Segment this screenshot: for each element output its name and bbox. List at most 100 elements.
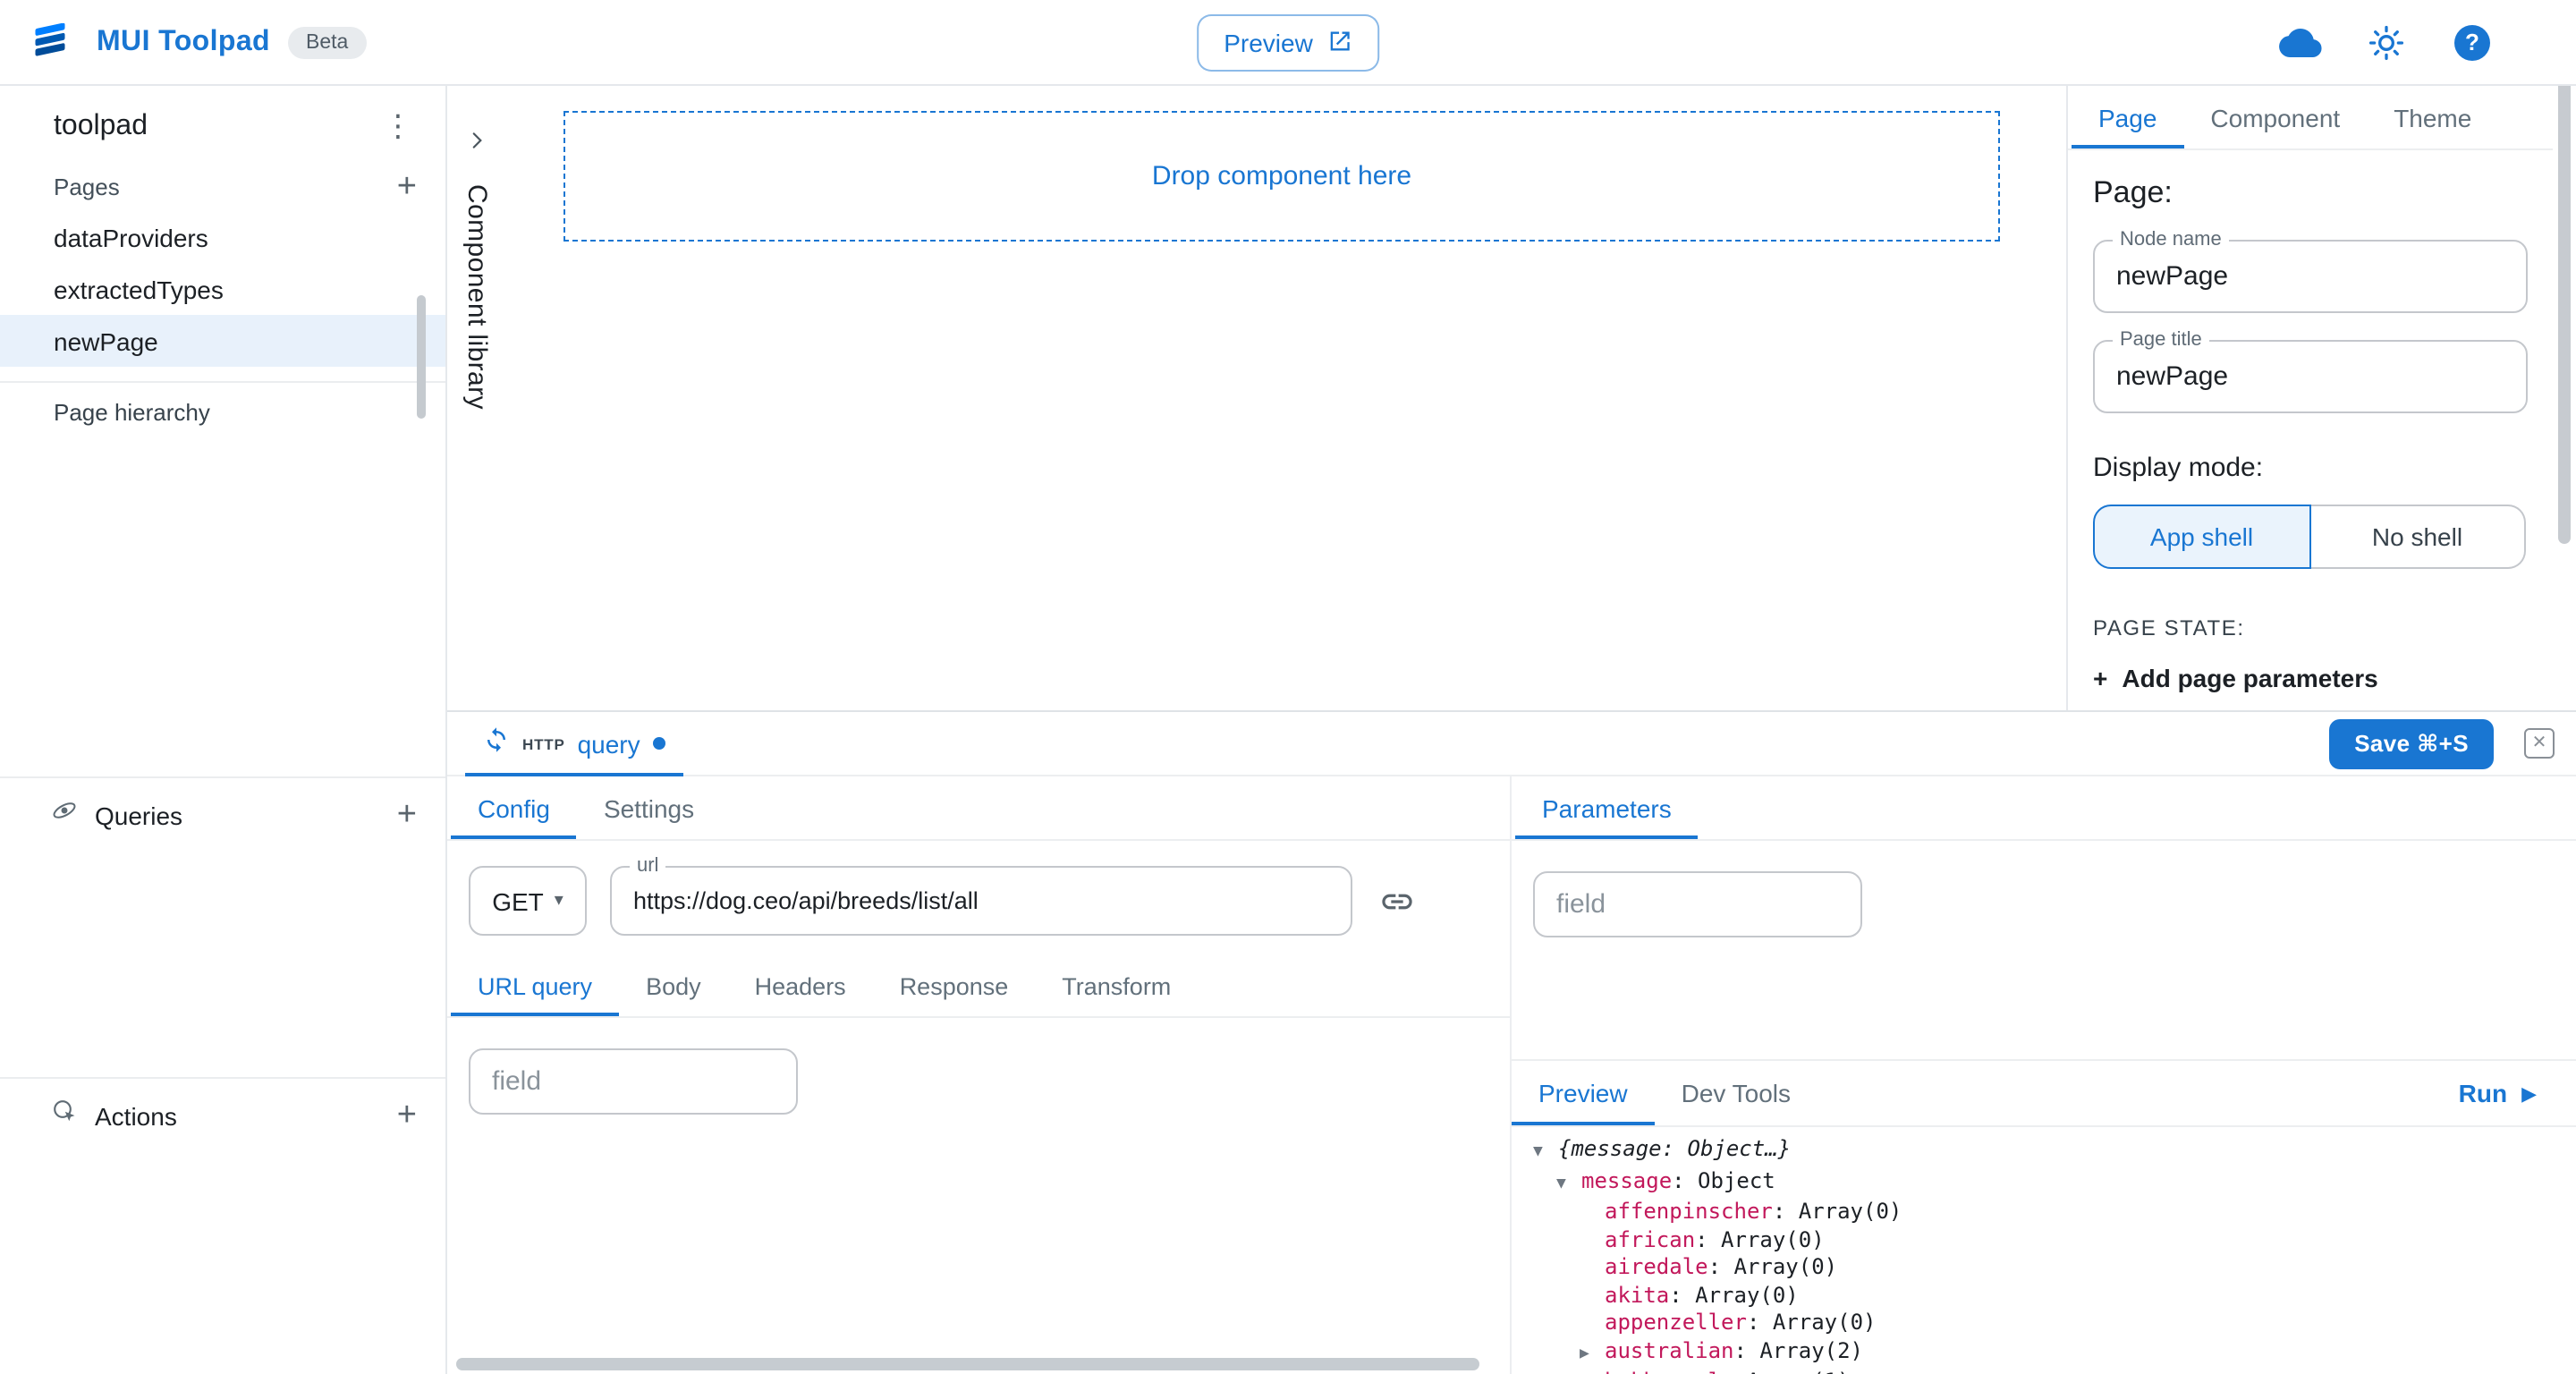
add-query-button[interactable]: +	[390, 798, 424, 832]
page-state-label: PAGE STATE:	[2093, 615, 2528, 640]
workspace-menu-kebab-icon[interactable]: ⋮	[376, 109, 420, 145]
json-row-affenpinscher: affenpinscher: Array(0)	[1533, 1199, 2576, 1226]
tab-config[interactable]: Config	[451, 776, 577, 839]
tab-parameters[interactable]: Parameters	[1515, 776, 1699, 839]
queries-icon	[50, 796, 79, 834]
json-row-akita: akita: Array(0)	[1533, 1282, 2576, 1310]
component-library-strip: Component library	[447, 86, 506, 710]
pages-list-scrollbar[interactable]	[417, 295, 426, 419]
query-tab-name: query	[578, 729, 640, 758]
top-app-bar: MUI Toolpad Beta Preview ?	[0, 0, 2576, 86]
http-sync-icon	[483, 725, 510, 761]
queries-section-label: Queries	[95, 801, 374, 829]
add-icon: +	[2093, 664, 2107, 692]
tab-response[interactable]: Response	[873, 957, 1036, 1016]
json-row-bakharwal[interactable]: ▶bakharwal: Array(1)	[1533, 1369, 2576, 1374]
display-mode-toggle-group: App shell No shell	[2093, 505, 2526, 569]
tab-page[interactable]: Page	[2072, 86, 2183, 148]
component-library-label: Component library	[462, 184, 492, 410]
page-hierarchy-label: Page hierarchy	[0, 383, 445, 442]
tab-transform[interactable]: Transform	[1035, 957, 1198, 1016]
preview-button[interactable]: Preview	[1197, 14, 1379, 72]
query-result-json-tree: ▼{message: Object…} ▼message: Object aff…	[1512, 1127, 2576, 1374]
save-button[interactable]: Save ⌘+S	[2329, 718, 2494, 768]
play-icon: ▶	[2521, 1081, 2537, 1105]
node-name-input[interactable]	[2095, 242, 2526, 311]
actions-section: Actions +	[0, 1077, 445, 1152]
cloud-status-icon[interactable]	[2279, 21, 2322, 64]
pages-section-label: Pages	[54, 174, 120, 200]
node-name-label: Node name	[2113, 229, 2229, 250]
close-query-panel-icon[interactable]: ✕	[2524, 728, 2555, 759]
url-query-field	[469, 1048, 798, 1115]
toggle-no-shell[interactable]: No shell	[2310, 505, 2526, 569]
tab-theme[interactable]: Theme	[2367, 86, 2498, 148]
sidebar-item-extractedtypes[interactable]: extractedTypes	[0, 263, 445, 315]
request-tabs: URL query Body Headers Response Transfor…	[447, 957, 1510, 1018]
expand-arrow-icon[interactable]: ▼	[1556, 1171, 1581, 1199]
parameters-field-input[interactable]	[1535, 873, 1860, 936]
page-title-label: Page title	[2113, 329, 2209, 351]
query-editor-panel: HTTP query Save ⌘+S ✕ Config Settings GE…	[447, 710, 2576, 1374]
display-mode-label: Display mode:	[2093, 453, 2528, 483]
parameters-field	[1533, 871, 1862, 937]
parameters-tabs: Parameters	[1512, 776, 2576, 841]
json-row-african: african: Array(0)	[1533, 1226, 2576, 1254]
mui-toolpad-logo-icon	[29, 21, 72, 64]
add-page-parameters-button[interactable]: + Add page parameters	[2093, 664, 2528, 692]
theme-toggle-sun-icon[interactable]	[2365, 21, 2408, 64]
inspector-scrollbar[interactable]	[2558, 70, 2571, 544]
sidebar-item-dataproviders[interactable]: dataProviders	[0, 211, 445, 263]
page-title-field: Page title	[2093, 340, 2528, 413]
sidebar-item-newpage[interactable]: newPage	[0, 315, 445, 367]
add-page-parameters-label: Add page parameters	[2122, 664, 2377, 692]
beta-badge: Beta	[288, 26, 366, 58]
json-row-australian[interactable]: ▶australian: Array(2)	[1533, 1337, 2576, 1369]
json-row-appenzeller: appenzeller: Array(0)	[1533, 1310, 2576, 1337]
query-editor-header: HTTP query Save ⌘+S ✕	[447, 712, 2576, 776]
inspector-tabs: Page Component Theme	[2068, 86, 2553, 150]
tab-body[interactable]: Body	[619, 957, 728, 1016]
add-page-button[interactable]: +	[390, 170, 424, 204]
dropzone-text: Drop component here	[1152, 161, 1411, 191]
expand-library-chevron-icon[interactable]	[447, 129, 506, 152]
config-tabs: Config Settings	[447, 776, 1510, 841]
workspace-title: toolpad	[54, 111, 148, 143]
tab-dev-tools[interactable]: Dev Tools	[1655, 1061, 1818, 1125]
tab-url-query[interactable]: URL query	[451, 957, 619, 1016]
query-tab[interactable]: HTTP query	[465, 712, 683, 775]
app-title: MUI Toolpad	[97, 26, 270, 58]
url-input[interactable]	[612, 868, 1351, 934]
expand-arrow-icon[interactable]: ▶	[1580, 1341, 1605, 1369]
query-config-column: Config Settings GET ▾ url	[447, 776, 1512, 1374]
tab-preview[interactable]: Preview	[1512, 1061, 1655, 1125]
http-method-select[interactable]: GET ▾	[469, 866, 587, 936]
page-canvas: Drop component here	[506, 86, 2066, 710]
config-horizontal-scrollbar[interactable]	[456, 1358, 1479, 1370]
run-button-label: Run	[2459, 1079, 2507, 1107]
url-query-field-input[interactable]	[470, 1050, 796, 1113]
chevron-down-icon: ▾	[555, 891, 564, 911]
json-row-airedale: airedale: Array(0)	[1533, 1254, 2576, 1282]
tab-settings[interactable]: Settings	[577, 776, 721, 839]
toggle-app-shell[interactable]: App shell	[2093, 505, 2310, 569]
http-method-value: GET	[492, 886, 544, 915]
run-button[interactable]: Run ▶	[2459, 1061, 2576, 1125]
url-field: url	[610, 866, 1352, 936]
actions-icon	[50, 1097, 79, 1134]
json-row-message[interactable]: ▼message: Object	[1533, 1167, 2576, 1199]
actions-section-label: Actions	[95, 1101, 374, 1130]
json-root-row[interactable]: ▼{message: Object…}	[1533, 1136, 2576, 1167]
json-root-preview: {message: Object…}	[1558, 1136, 1791, 1161]
link-icon[interactable]	[1376, 879, 1419, 922]
page-title-input[interactable]	[2095, 342, 2526, 411]
expand-arrow-icon[interactable]: ▼	[1533, 1140, 1558, 1167]
inspector-heading: Page:	[2093, 175, 2528, 211]
node-name-field: Node name	[2093, 240, 2528, 313]
tab-headers[interactable]: Headers	[728, 957, 873, 1016]
tab-component[interactable]: Component	[2183, 86, 2367, 148]
add-action-button[interactable]: +	[390, 1098, 424, 1132]
help-icon-glyph: ?	[2454, 24, 2490, 60]
drop-component-zone[interactable]: Drop component here	[564, 111, 2000, 242]
help-icon[interactable]: ?	[2451, 21, 2494, 64]
